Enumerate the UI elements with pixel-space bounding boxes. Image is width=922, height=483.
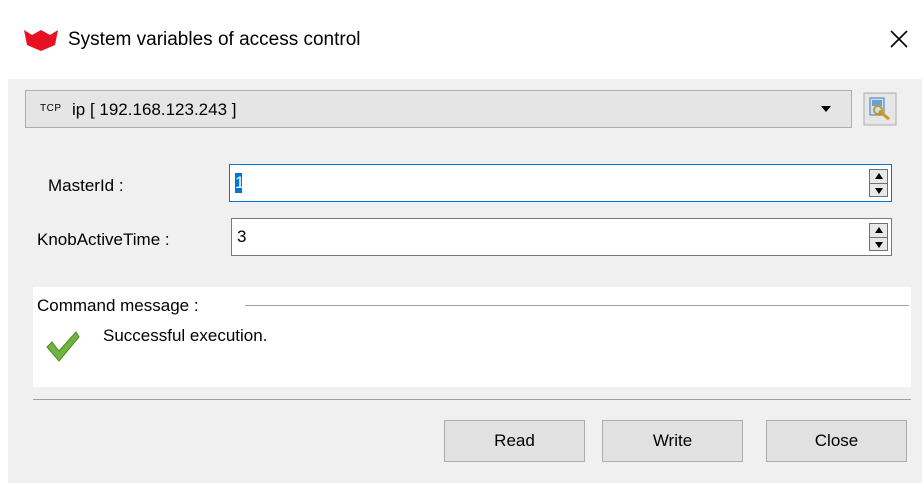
- separator-line: [33, 399, 911, 400]
- write-button[interactable]: Write: [602, 420, 743, 462]
- masterid-value: 1: [235, 173, 245, 192]
- spin-down-icon[interactable]: [875, 242, 883, 248]
- masterid-spin-buttons[interactable]: [869, 169, 888, 197]
- checkmark-icon: [46, 331, 80, 362]
- close-button[interactable]: Close: [766, 420, 907, 462]
- masterid-spinbox[interactable]: 1: [229, 164, 892, 202]
- chevron-down-icon[interactable]: [821, 106, 831, 112]
- command-message-rule: [245, 305, 909, 306]
- red-cat-logo-icon: [24, 30, 58, 51]
- spin-divider: [870, 237, 887, 238]
- title-bar: System variables of access control: [0, 0, 922, 79]
- read-button[interactable]: Read: [444, 420, 585, 462]
- spin-down-icon[interactable]: [875, 188, 883, 194]
- connection-select[interactable]: TCP ip [ 192.168.123.243 ]: [25, 90, 852, 128]
- command-message-panel: Command message : Successful execution.: [33, 287, 911, 387]
- protocol-badge: TCP: [40, 103, 62, 114]
- masterid-label: MasterId :: [48, 176, 124, 195]
- command-message-text: Successful execution.: [103, 326, 268, 345]
- knobactivetime-spin-buttons[interactable]: [869, 223, 888, 251]
- selected-text-highlight: 1: [235, 173, 245, 193]
- spin-divider: [870, 183, 887, 184]
- close-icon[interactable]: [884, 24, 914, 54]
- connection-settings-icon[interactable]: [862, 91, 898, 127]
- knobactivetime-label: KnobActiveTime :: [37, 230, 170, 249]
- spin-up-icon[interactable]: [875, 227, 883, 233]
- window-title: System variables of access control: [68, 29, 361, 50]
- command-message-title: Command message :: [37, 296, 199, 315]
- knobactivetime-spinbox[interactable]: 3: [231, 218, 892, 256]
- connection-value: ip [ 192.168.123.243 ]: [72, 100, 237, 119]
- knobactivetime-value: 3: [237, 227, 247, 246]
- spin-up-icon[interactable]: [875, 173, 883, 179]
